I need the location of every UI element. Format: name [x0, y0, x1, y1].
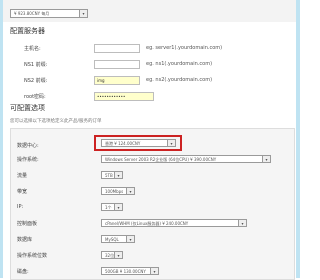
hostname-label: 主机名:: [24, 46, 41, 52]
traffic-value: 5TB: [105, 173, 113, 178]
datacenter-select[interactable]: 香港 ¥ 124.00CNY ▾: [101, 139, 176, 147]
database-select[interactable]: MySQL ▾: [101, 235, 135, 243]
os-bits-select[interactable]: 32位 ▾: [101, 251, 123, 259]
traffic-select[interactable]: 5TB ▾: [101, 171, 123, 179]
option-label-traffic: 流量: [17, 173, 28, 179]
ns2-label: NS2 前缀:: [24, 78, 48, 84]
server-config-heading: 配置服务器: [10, 27, 45, 35]
bandwidth-select[interactable]: 100Mbps ▾: [101, 187, 135, 195]
configurable-options-heading: 可配置选项: [10, 104, 45, 112]
root-password-label: root密码:: [24, 94, 46, 100]
hostname-hint: eg. server1(.yourdomain.com): [146, 45, 223, 51]
chevron-down-icon: ▾: [262, 156, 270, 162]
hostname-input[interactable]: [94, 44, 140, 53]
bandwidth-value: 100Mbps: [105, 189, 124, 194]
disk-select[interactable]: 500GB ¥ 130.00CNY ▾: [101, 267, 159, 275]
database-value: MySQL: [105, 237, 119, 242]
ns2-input[interactable]: img: [94, 76, 140, 85]
option-label-control-panel: 控制面板: [17, 221, 38, 227]
ns1-input[interactable]: [94, 60, 140, 69]
chevron-down-icon: ▾: [126, 236, 134, 242]
os-value: Windows Server 2003 R2企业版 (64位CPU) ¥ 390…: [105, 157, 217, 162]
disk-value: 500GB ¥ 130.00CNY: [105, 269, 146, 274]
root-password-value: ••••••••••••: [97, 94, 126, 99]
os-bits-value: 32位: [105, 253, 115, 258]
option-label-bandwidth: 带宽: [17, 189, 28, 195]
chevron-down-icon: ▾: [167, 140, 175, 146]
chevron-down-icon: ▾: [150, 268, 158, 274]
ns2-value: img: [97, 78, 105, 83]
datacenter-value: 香港 ¥ 124.00CNY: [105, 141, 141, 146]
left-accent-bar: [0, 0, 3, 278]
chevron-down-icon: ▾: [238, 220, 246, 226]
ns1-hint: eg. ns1(.yourdomain.com): [146, 61, 213, 67]
option-label-disk: 磁盘:: [17, 269, 29, 275]
billing-cycle-value: ¥ 923.80CNY 每月: [14, 11, 50, 16]
root-password-input[interactable]: ••••••••••••: [94, 92, 154, 101]
control-panel-select[interactable]: cPanel/WHM (仅Linux服务器) ¥ 240.00CNY ▾: [101, 219, 247, 227]
chevron-down-icon: ▾: [114, 172, 122, 178]
chevron-down-icon: ▾: [79, 10, 87, 17]
option-label-ip: IP:: [17, 204, 24, 210]
option-label-os: 操作系统:: [17, 157, 39, 163]
chevron-down-icon: ▾: [114, 204, 122, 210]
ns2-hint: eg. ns2(.yourdomain.com): [146, 77, 213, 83]
control-panel-value: cPanel/WHM (仅Linux服务器) ¥ 240.00CNY: [105, 221, 189, 226]
option-label-os-bits: 操作系统位数: [17, 253, 48, 259]
os-select[interactable]: Windows Server 2003 R2企业版 (64位CPU) ¥ 390…: [101, 155, 271, 163]
ns1-label: NS1 前缀:: [24, 62, 48, 68]
right-accent-bar: [296, 0, 300, 278]
ip-value: 1个: [105, 205, 112, 210]
chevron-down-icon: ▾: [114, 252, 122, 258]
option-label-datacenter: 数据中心:: [17, 143, 39, 149]
billing-cycle-select[interactable]: ¥ 923.80CNY 每月 ▾: [10, 9, 88, 18]
chevron-down-icon: ▾: [126, 188, 134, 194]
ip-select[interactable]: 1个 ▾: [101, 203, 123, 211]
option-label-database: 数据库: [17, 237, 33, 243]
configurable-options-description: 您可以选择以下选项给定义此产品/服务的订单: [10, 119, 102, 124]
